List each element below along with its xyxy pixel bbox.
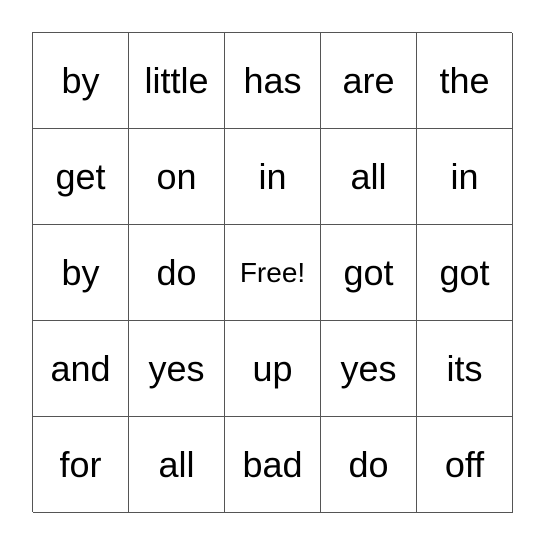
bingo-cell[interactable]: got: [417, 225, 513, 321]
bingo-cell[interactable]: has: [225, 33, 321, 129]
bingo-cell[interactable]: yes: [321, 321, 417, 417]
bingo-cell[interactable]: its: [417, 321, 513, 417]
bingo-cell[interactable]: yes: [129, 321, 225, 417]
free-space-cell[interactable]: Free!: [225, 225, 321, 321]
bingo-cell[interactable]: do: [321, 417, 417, 513]
bingo-board: by little has are the get on in all in b…: [32, 32, 513, 513]
bingo-cell[interactable]: do: [129, 225, 225, 321]
bingo-cell[interactable]: the: [417, 33, 513, 129]
bingo-cell[interactable]: get: [33, 129, 129, 225]
bingo-cell[interactable]: up: [225, 321, 321, 417]
bingo-cell[interactable]: all: [321, 129, 417, 225]
bingo-cell[interactable]: little: [129, 33, 225, 129]
bingo-cell[interactable]: for: [33, 417, 129, 513]
bingo-cell[interactable]: in: [417, 129, 513, 225]
bingo-cell[interactable]: bad: [225, 417, 321, 513]
bingo-cell[interactable]: off: [417, 417, 513, 513]
bingo-cell[interactable]: are: [321, 33, 417, 129]
bingo-cell[interactable]: got: [321, 225, 417, 321]
bingo-cell[interactable]: all: [129, 417, 225, 513]
bingo-cell[interactable]: on: [129, 129, 225, 225]
bingo-cell[interactable]: by: [33, 33, 129, 129]
bingo-cell[interactable]: and: [33, 321, 129, 417]
bingo-cell[interactable]: by: [33, 225, 129, 321]
bingo-cell[interactable]: in: [225, 129, 321, 225]
